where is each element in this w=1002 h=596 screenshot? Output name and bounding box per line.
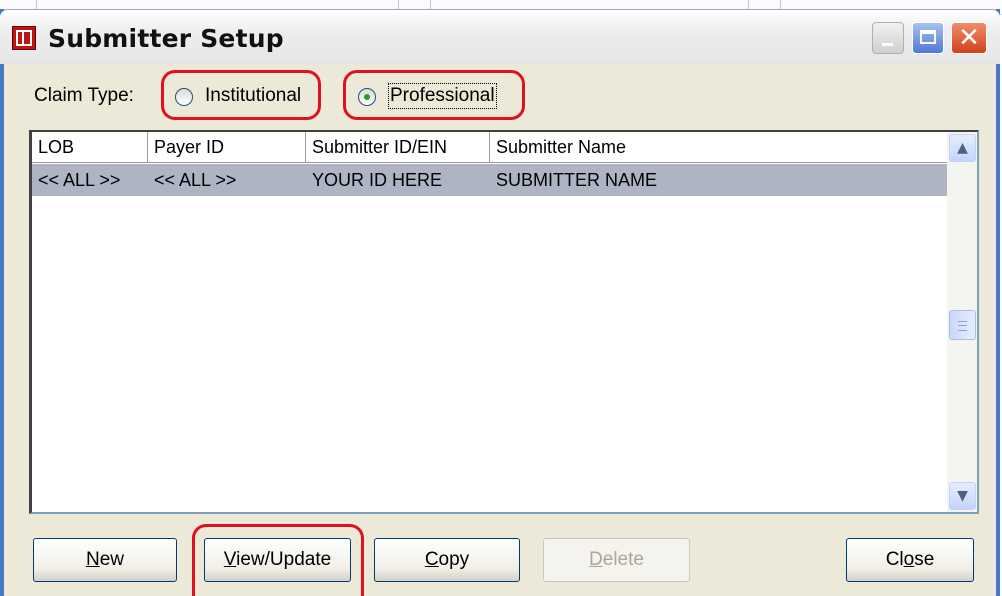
- cell-submitter-name: SUBMITTER NAME: [496, 170, 658, 190]
- scroll-down-button[interactable]: ▼: [949, 482, 976, 510]
- scroll-thumb[interactable]: [949, 310, 976, 340]
- delete-button: Delete: [543, 538, 690, 582]
- copy-button-label: opy: [438, 549, 470, 570]
- title-bar[interactable]: Submitter Setup ✕: [0, 9, 1000, 64]
- close-window-button[interactable]: ✕: [951, 22, 987, 54]
- submitter-list[interactable]: LOB Payer ID Submitter ID/EIN Submitter …: [29, 130, 979, 514]
- view-update-button-label: iew/Update: [236, 549, 332, 570]
- chevron-down-icon: ▼: [957, 488, 968, 504]
- column-header-payer-id[interactable]: Payer ID: [148, 132, 306, 162]
- cell-payer-id: << ALL >>: [154, 170, 237, 190]
- chevron-up-icon: ▲: [957, 140, 968, 156]
- copy-button-mnemonic: C: [424, 549, 439, 570]
- delete-button-label: elete: [602, 549, 644, 570]
- scroll-up-button[interactable]: ▲: [949, 134, 976, 162]
- table-row[interactable]: << ALL >> << ALL >> YOUR ID HERE SUBMITT…: [32, 164, 949, 196]
- list-header: LOB Payer ID Submitter ID/EIN Submitter …: [32, 132, 949, 163]
- minimize-button[interactable]: [872, 22, 904, 54]
- claim-type-label: Claim Type:: [34, 85, 134, 106]
- new-button-label: ew: [99, 549, 125, 570]
- professional-radio-label[interactable]: Professional: [388, 83, 497, 109]
- new-button-mnemonic: N: [85, 549, 100, 570]
- close-button-label-start: Cl: [885, 549, 904, 570]
- column-header-lob[interactable]: LOB: [32, 132, 148, 162]
- copy-button[interactable]: Copy: [374, 538, 520, 582]
- app-window-icon: [12, 26, 36, 50]
- cell-lob: << ALL >>: [38, 170, 121, 190]
- institutional-radio-label[interactable]: Institutional: [205, 85, 301, 107]
- new-button[interactable]: New: [33, 538, 177, 582]
- column-header-submitter-name[interactable]: Submitter Name: [490, 132, 949, 162]
- close-button-mnemonic: o: [903, 549, 915, 570]
- close-button-label-end: se: [914, 549, 935, 570]
- column-header-submitter-id[interactable]: Submitter ID/EIN: [306, 132, 490, 162]
- view-update-button[interactable]: View/Update: [204, 538, 351, 582]
- delete-button-mnemonic: D: [589, 549, 603, 570]
- cell-submitter-id: YOUR ID HERE: [312, 170, 443, 190]
- vertical-scrollbar[interactable]: ▲ ▼: [947, 132, 977, 512]
- close-icon: ✕: [958, 23, 980, 53]
- professional-radio[interactable]: [358, 88, 376, 106]
- institutional-radio[interactable]: [175, 88, 193, 106]
- view-update-button-mnemonic: V: [223, 549, 237, 570]
- window-title: Submitter Setup: [48, 24, 284, 53]
- maximize-button[interactable]: [912, 22, 944, 54]
- close-button[interactable]: Close: [846, 538, 974, 582]
